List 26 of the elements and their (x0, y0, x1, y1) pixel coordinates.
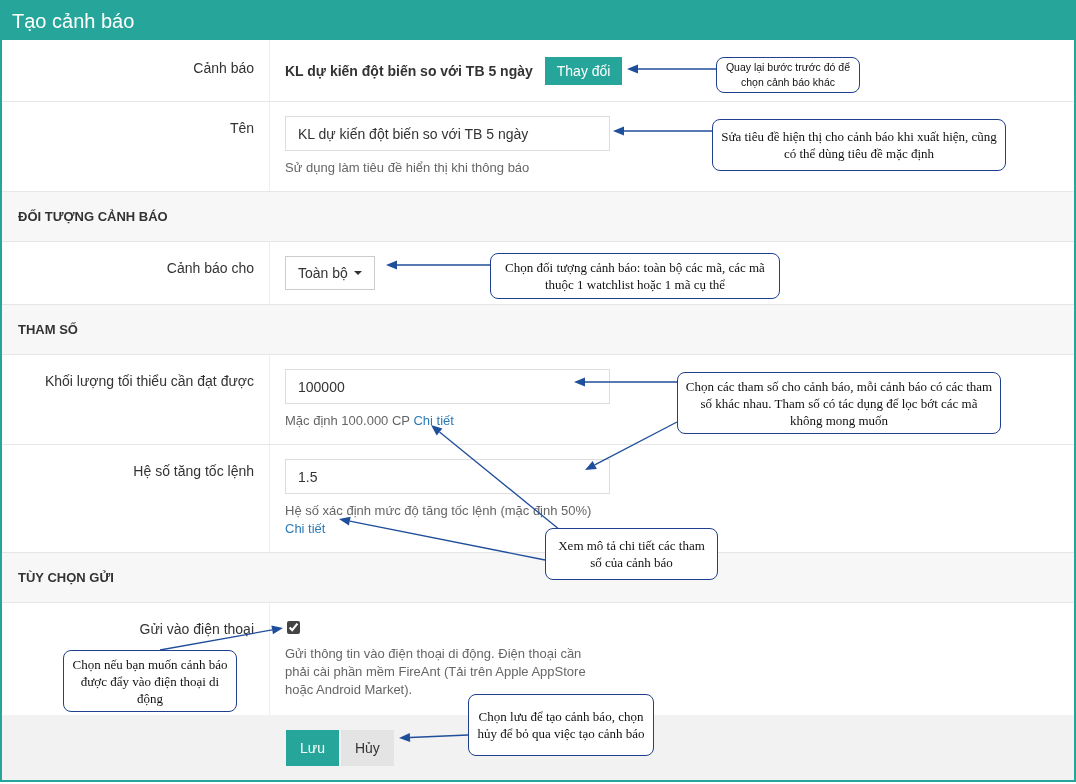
field-label: Hệ số tăng tốc lệnh (133, 463, 254, 479)
callout-note: Chọn các tham số cho cảnh báo, mỗi cảnh báo có các tham số khác nhau. Tham số có tác dụng để lọc bớt các mã không mong muốn (677, 372, 1001, 434)
details-link[interactable]: Chi tiết (413, 413, 454, 428)
callout-note: Sửa tiêu đề hiện thị cho cảnh báo khi xuất hiện, cũng có thể dùng tiêu đề mặc định (712, 119, 1006, 171)
callout-note: Chọn đối tượng cảnh báo: toàn bộ các mã, các mã thuộc 1 watchlist hoặc 1 mã cụ thể (490, 253, 780, 299)
input-field[interactable]: 1.5 (285, 459, 610, 494)
field-label: Tên (229, 120, 254, 136)
callout-note: Xem mô tả chi tiết các tham số của cảnh báo (545, 528, 718, 580)
field-label: Cảnh báo cho (166, 260, 254, 276)
help-text: Mặc định 100.000 CP (285, 413, 410, 428)
callout-note: Chọn nếu bạn muốn cảnh báo được đẩy vào điện thoại di động (63, 650, 237, 712)
section-heading: ĐỐI TƯỢNG CẢNH BÁO (2, 192, 1074, 242)
help-text: Sử dụng làm tiêu đề hiển thị khi thông báo (285, 160, 530, 175)
input-field[interactable]: KL dự kiến đột biến so với TB 5 ngày (285, 116, 610, 151)
cancel-button[interactable]: Hủy (340, 729, 394, 766)
section-heading: THAM SỐ (2, 305, 1074, 355)
window-title: Tạo cảnh báo (2, 2, 1074, 40)
details-link[interactable]: Chi tiết (285, 521, 326, 536)
callout-note: Quay lại bước trước đó để chọn cảnh báo khác (716, 57, 860, 93)
dropdown[interactable]: Toàn bộ (285, 256, 375, 290)
field-label: Gửi vào điện thoại (139, 621, 254, 637)
input-field[interactable]: 100000 (285, 369, 610, 404)
alert-name: KL dự kiến đột biến so với TB 5 ngày (285, 63, 533, 79)
callout-note: Chọn lưu để tạo cảnh báo, chọn hủy để bỏ qua việc tạo cảnh báo (468, 694, 654, 756)
field-label: Khối lượng tối thiểu cần đạt được (44, 373, 254, 389)
field-label: Cảnh báo (193, 60, 254, 76)
